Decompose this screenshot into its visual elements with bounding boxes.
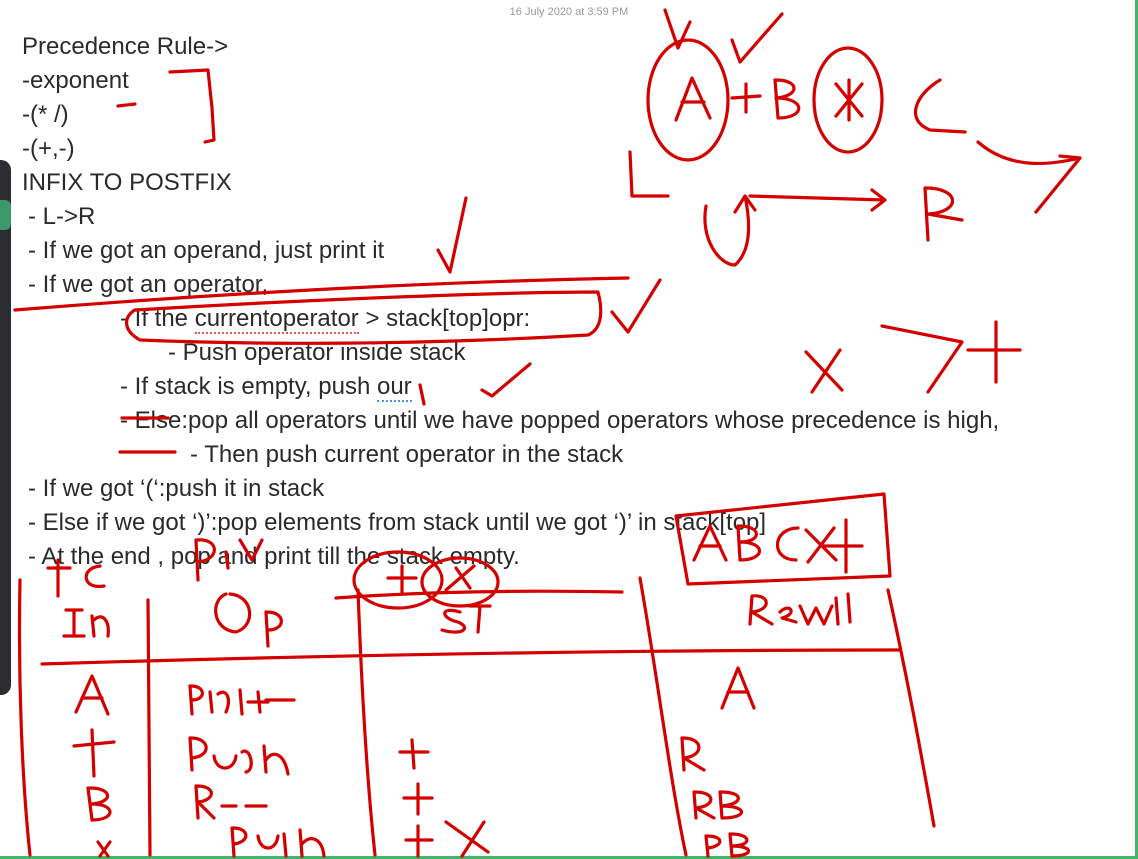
- ink-letter: [188, 684, 296, 716]
- note-line: - If stack is empty, push our: [22, 370, 1122, 404]
- note-line: - Else:pop all operators until we have p…: [120, 407, 1000, 434]
- note-text: > stack[top]opr:: [358, 305, 531, 332]
- ink-table-rule: [886, 588, 936, 828]
- ink-table-rule: [334, 589, 624, 600]
- misspelled-word[interactable]: currentoperator: [194, 305, 359, 334]
- ink-letter: [692, 790, 744, 820]
- note-line: -exponent: [22, 67, 129, 94]
- ink-letter: [62, 608, 110, 638]
- ink-letter: [86, 786, 112, 822]
- ink-letter: [680, 736, 706, 772]
- note-line: - L->R: [28, 203, 96, 230]
- ink-table-rule: [638, 576, 688, 857]
- ink-letter: [778, 592, 852, 626]
- ink-letter: [96, 840, 112, 858]
- note-body[interactable]: Precedence Rule-> -exponent -(* /) -(+,-…: [22, 30, 1122, 574]
- note-line: INFIX TO POSTFIX: [22, 169, 232, 196]
- ink-table-rule: [17, 578, 32, 857]
- note-line: Precedence Rule->: [22, 33, 229, 60]
- note-line: - Then push current operator in the stac…: [190, 441, 624, 468]
- note-line: - If we got an operator,: [28, 271, 269, 298]
- note-line: -(* /): [22, 101, 69, 128]
- note-line: - If the currentoperator > stack[top]opr…: [22, 302, 1122, 336]
- note-timestamp: 16 July 2020 at 3:59 PM: [509, 6, 629, 18]
- note-line: - If we got an operand, just print it: [28, 237, 385, 264]
- flagged-word[interactable]: our: [376, 373, 412, 402]
- note-line: - If we got ‘(‘:push it in stack: [28, 475, 325, 502]
- ink-plus: [72, 728, 116, 778]
- ink-plus: [402, 782, 434, 816]
- ink-table-rule: [356, 588, 377, 857]
- sidebar-edge-accent: [0, 200, 11, 230]
- note-text: - If stack is empty, push: [120, 373, 377, 400]
- ink-letter: [74, 674, 110, 716]
- ink-letter: [230, 826, 326, 858]
- ink-letter: [214, 592, 252, 634]
- ink-plus: [404, 824, 434, 858]
- note-line: - Else if we got ‘)’:pop elements from s…: [28, 509, 767, 536]
- note-line: - Push operator inside stack: [168, 339, 466, 366]
- ink-letter: [704, 832, 751, 858]
- ink-table-rule: [146, 598, 152, 857]
- note-line: -(+,-): [22, 135, 75, 162]
- sidebar-edge[interactable]: [0, 160, 11, 695]
- ink-letter: [720, 666, 756, 710]
- ink-table-rule: [40, 648, 902, 666]
- note-text: - If the: [120, 305, 195, 332]
- ink-letter: [748, 594, 774, 626]
- ink-letter: [440, 604, 492, 634]
- ink-letter: [188, 736, 290, 776]
- ink-x: [444, 820, 490, 858]
- ink-plus: [398, 738, 430, 770]
- note-line: - At the end , pop and print till the st…: [28, 543, 520, 570]
- ink-letter: [264, 610, 283, 648]
- ink-letter: [194, 784, 268, 820]
